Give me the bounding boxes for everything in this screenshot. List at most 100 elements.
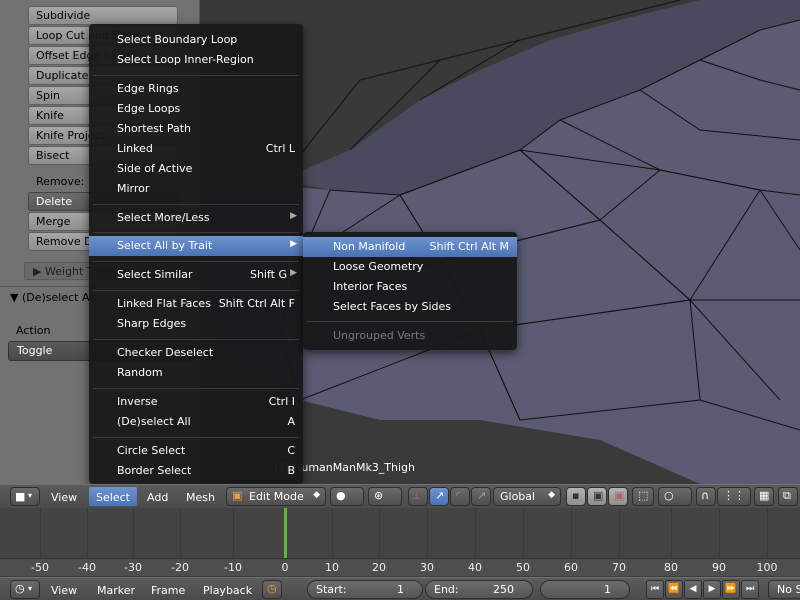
- mode-dropdown[interactable]: ▣ Edit Mode ◆: [226, 487, 326, 506]
- menu-item-circle-select[interactable]: Circle Select C: [89, 441, 303, 461]
- scale-manipulator[interactable]: ↗: [471, 487, 491, 506]
- sync-dropdown[interactable]: No S: [768, 580, 800, 599]
- menu-separator: [93, 75, 299, 76]
- redo-panel-header[interactable]: ▼ (De)select All: [10, 291, 96, 304]
- chevron-updown-icon: ◆: [313, 490, 320, 500]
- menu-item-sharp-edges[interactable]: Sharp Edges: [89, 314, 303, 334]
- menu-item-edge-loops[interactable]: Edge Loops: [89, 99, 303, 119]
- timeline-menu-marker[interactable]: Marker: [97, 584, 135, 597]
- limit-selection-toggle[interactable]: ⬚: [632, 487, 654, 506]
- cube-icon: ■: [15, 490, 26, 503]
- menu-item-checker-deselect[interactable]: Checker Deselect: [89, 343, 303, 363]
- select-all-by-trait-submenu: Non Manifold Shift Ctrl Alt M Loose Geome…: [303, 232, 517, 350]
- timeline-menu-view[interactable]: View: [51, 584, 77, 597]
- menu-separator: [93, 437, 299, 438]
- menu-item-loose-geometry[interactable]: Loose Geometry: [303, 257, 517, 277]
- snap-element-dropdown[interactable]: ⋮⋮: [717, 487, 751, 506]
- start-frame-field[interactable]: Start: 1: [307, 580, 423, 599]
- menu-separator: [307, 321, 513, 322]
- play-reverse-icon: ◀: [689, 584, 697, 594]
- ruler-tick: 40: [468, 561, 482, 574]
- face-select-mode[interactable]: ▣: [608, 487, 628, 506]
- pivot-dropdown[interactable]: ⊛: [368, 487, 402, 506]
- magnet-icon: ∩: [701, 489, 710, 502]
- edge-icon: ▣: [593, 489, 604, 502]
- menu-item-border-select[interactable]: Border Select B: [89, 461, 303, 481]
- menu-item-mirror[interactable]: Mirror: [89, 179, 303, 199]
- submenu-arrow-icon: ▶: [290, 211, 297, 221]
- menu-item-interior-faces[interactable]: Interior Faces: [303, 277, 517, 297]
- 3d-view-header: ■ ▾ View Select Add Mesh ▣ Edit Mode ◆ ● ⊛ …: [0, 484, 800, 508]
- jump-start-button[interactable]: ⏮: [646, 580, 664, 599]
- subdivide-button[interactable]: Subdivide: [28, 6, 178, 25]
- shading-dropdown[interactable]: ●: [330, 487, 364, 506]
- menu-select[interactable]: Select: [89, 487, 137, 506]
- timeline-area[interactable]: [0, 508, 800, 560]
- editor-type-button[interactable]: ■ ▾: [10, 487, 40, 506]
- preview-range-toggle[interactable]: ◷: [262, 580, 282, 599]
- menu-item-linked-flat-faces[interactable]: Linked Flat Faces Shift Ctrl Alt F: [89, 294, 303, 314]
- menu-item-shortest-path[interactable]: Shortest Path: [89, 119, 303, 139]
- ruler-tick: 60: [564, 561, 578, 574]
- proportional-icon: ○: [664, 489, 674, 502]
- menu-item-select-more-less[interactable]: Select More/Less ▶: [89, 208, 303, 228]
- menu-item-select-similar[interactable]: Select Similar Shift G ▶: [89, 265, 303, 285]
- limit-selection-icon: ⬚: [638, 489, 649, 502]
- snap-toggle[interactable]: ∩: [696, 487, 716, 506]
- render-button[interactable]: ⧉: [778, 487, 798, 506]
- menu-item-linked[interactable]: Linked Ctrl L: [89, 139, 303, 159]
- menu-add[interactable]: Add: [147, 491, 168, 504]
- vertex-select-mode[interactable]: ▪: [566, 487, 586, 506]
- timeline-editor-type-button[interactable]: ◷ ▾: [10, 580, 40, 599]
- menu-mesh[interactable]: Mesh: [186, 491, 215, 504]
- menu-item-select-faces-by-sides[interactable]: Select Faces by Sides: [303, 297, 517, 317]
- menu-item-select-boundary-loop[interactable]: Select Boundary Loop: [89, 30, 303, 50]
- menu-item-select-all-by-trait[interactable]: Select All by Trait ▶: [89, 236, 303, 256]
- menu-separator: [93, 261, 299, 262]
- end-frame-field[interactable]: End: 250: [425, 580, 533, 599]
- translate-manipulator[interactable]: ↗: [429, 487, 449, 506]
- menu-item-edge-rings[interactable]: Edge Rings: [89, 79, 303, 99]
- menu-separator: [93, 290, 299, 291]
- frame-ruler[interactable]: -50 -40 -30 -20 -10 0 10 20 30 40 50 60 …: [0, 558, 800, 576]
- current-frame-indicator[interactable]: [284, 508, 287, 560]
- menu-view[interactable]: View: [51, 491, 77, 504]
- ruler-tick: -10: [224, 561, 242, 574]
- face-icon: ▣: [614, 489, 625, 502]
- render-preview-button[interactable]: ▦: [754, 487, 774, 506]
- menu-item-random[interactable]: Random: [89, 363, 303, 383]
- ruler-tick: -20: [171, 561, 189, 574]
- next-keyframe-button[interactable]: ⏩: [722, 580, 740, 599]
- menu-item-non-manifold[interactable]: Non Manifold Shift Ctrl Alt M: [303, 237, 517, 257]
- scale-icon: ↗: [477, 489, 487, 502]
- menu-item-side-of-active[interactable]: Side of Active: [89, 159, 303, 179]
- clock-icon: ◷: [267, 582, 277, 595]
- ruler-tick: 10: [325, 561, 339, 574]
- manipulator-toggle[interactable]: ⊥: [408, 487, 428, 506]
- timeline-menu-playback[interactable]: Playback: [203, 584, 252, 597]
- orientation-dropdown[interactable]: Global ◆: [493, 487, 561, 506]
- prev-keyframe-button[interactable]: ⏪: [665, 580, 683, 599]
- ruler-tick: -40: [78, 561, 96, 574]
- menu-item-deselect-all[interactable]: (De)select All A: [89, 412, 303, 432]
- pivot-icon: ⊛: [374, 489, 384, 502]
- edge-select-mode[interactable]: ▣: [587, 487, 607, 506]
- ruler-tick: 100: [756, 561, 778, 574]
- submenu-arrow-icon: ▶: [290, 239, 297, 249]
- rotate-manipulator[interactable]: ◜: [450, 487, 470, 506]
- proportional-edit-dropdown[interactable]: ○: [658, 487, 692, 506]
- camera-icon: ⧉: [783, 489, 791, 502]
- jump-end-button[interactable]: ⏭: [741, 580, 759, 599]
- timeline-menu-frame[interactable]: Frame: [151, 584, 185, 597]
- menu-item-inverse[interactable]: Inverse Ctrl I: [89, 392, 303, 412]
- ruler-tick: 90: [712, 561, 726, 574]
- triangle-right-icon: ▶: [33, 265, 45, 278]
- current-frame-field[interactable]: 1: [540, 580, 630, 599]
- chevron-updown-icon: ◆: [548, 490, 555, 500]
- action-label: Action: [16, 324, 51, 337]
- menu-separator: [93, 339, 299, 340]
- play-reverse-button[interactable]: ◀: [684, 580, 702, 599]
- play-button[interactable]: ▶: [703, 580, 721, 599]
- menu-item-select-loop-inner-region[interactable]: Select Loop Inner-Region: [89, 50, 303, 70]
- prev-keyframe-icon: ⏪: [668, 584, 680, 594]
